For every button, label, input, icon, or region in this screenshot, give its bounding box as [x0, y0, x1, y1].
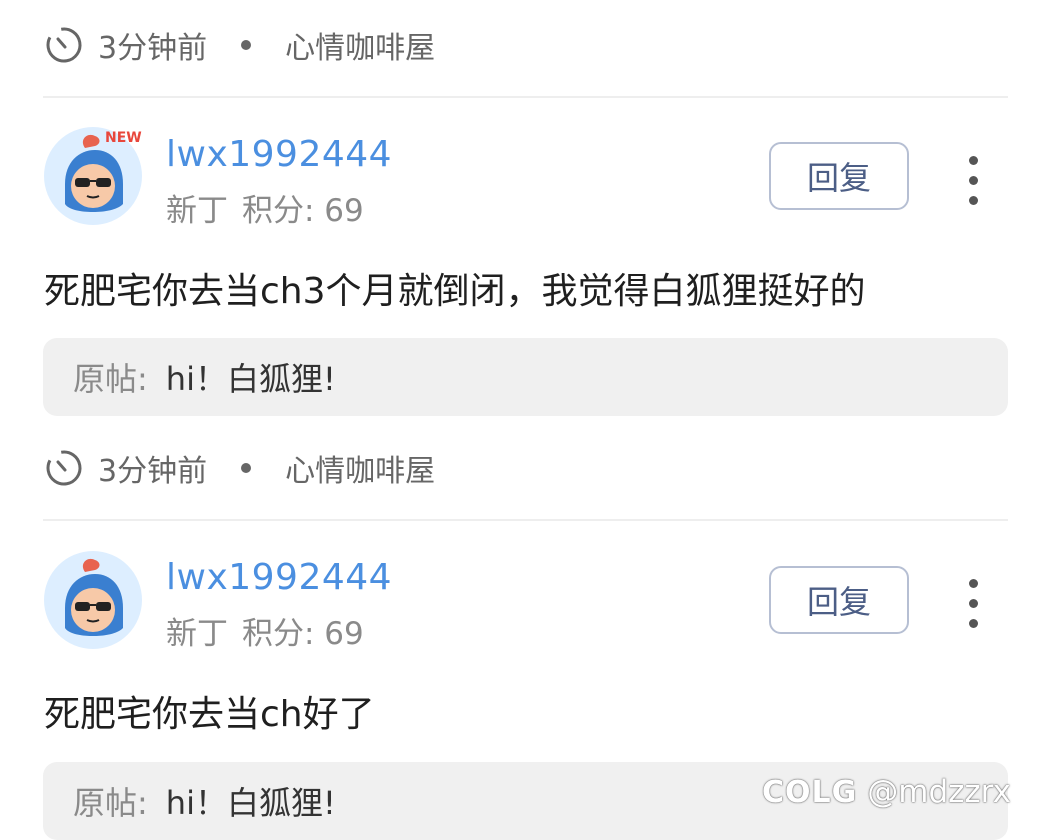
watermark-logo: COLG [762, 774, 858, 810]
user-rank: 新丁 积分: 69 [166, 608, 364, 653]
post-time: 3分钟前 [98, 31, 208, 66]
more-options-icon[interactable] [962, 156, 984, 208]
quote-label: 原帖: [73, 784, 148, 822]
post-time: 3分钟前 [98, 454, 208, 489]
post-meta: 3分钟前 心情咖啡屋 [44, 446, 435, 490]
rank-title: 新丁 [166, 616, 228, 652]
divider [43, 96, 1008, 98]
reply-button[interactable]: 回复 [769, 142, 909, 210]
more-options-icon[interactable] [962, 579, 984, 631]
username[interactable]: lwx1992444 [166, 134, 392, 175]
quote-text: hi！白狐狸! [165, 360, 336, 398]
quoted-post[interactable]: 原帖: hi！白狐狸! [43, 338, 1008, 416]
avatar[interactable] [43, 550, 143, 650]
clock-icon [46, 450, 82, 486]
post-meta-top: 3分钟前 心情咖啡屋 [44, 23, 435, 67]
forum-link[interactable]: 心情咖啡屋 [285, 446, 435, 490]
separator-dot [241, 40, 252, 50]
divider [43, 519, 1008, 521]
user-rank: 新丁 积分: 69 [166, 185, 364, 230]
rank-title: 新丁 [166, 193, 228, 229]
user-points: 积分: 69 [242, 616, 364, 652]
avatar[interactable]: NEW [43, 126, 143, 226]
clock-icon [46, 27, 82, 63]
user-points: 积分: 69 [242, 193, 364, 229]
reply-button[interactable]: 回复 [769, 566, 909, 634]
quote-text: hi！白狐狸! [165, 784, 336, 822]
username[interactable]: lwx1992444 [166, 557, 392, 598]
watermark-handle: @mdzzrx [867, 774, 1011, 810]
watermark: COLG @mdzzrx [762, 770, 1011, 814]
comment-text: 死肥宅你去当ch3个月就倒闭，我觉得白狐狸挺好的 [44, 271, 866, 312]
forum-link[interactable]: 心情咖啡屋 [285, 23, 435, 67]
separator-dot [241, 463, 252, 473]
new-badge: NEW [105, 130, 142, 146]
quote-label: 原帖: [73, 360, 148, 398]
comment-text: 死肥宅你去当ch好了 [44, 694, 375, 735]
